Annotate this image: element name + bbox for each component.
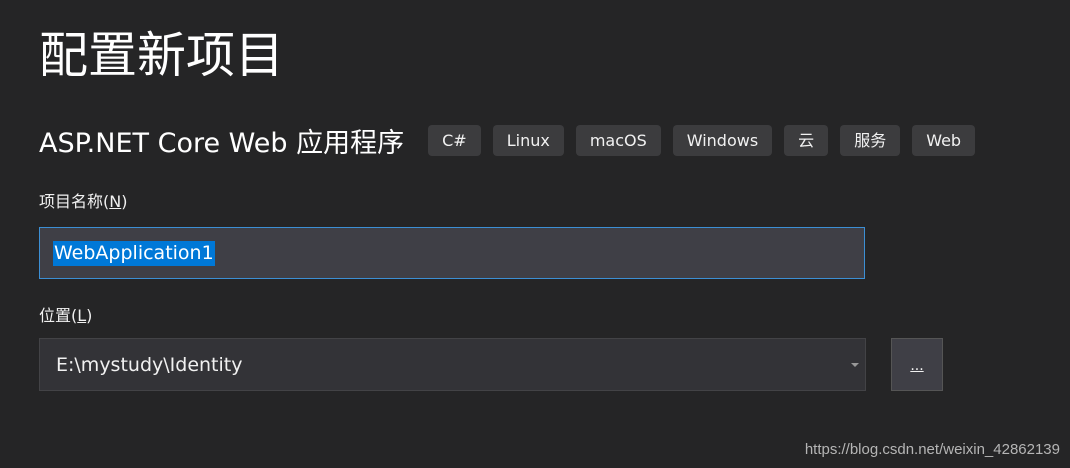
page-title: 配置新项目	[39, 27, 285, 84]
template-name: ASP.NET Core Web 应用程序	[39, 127, 405, 159]
tag-service: 服务	[840, 124, 901, 156]
location-mnemonic: L	[77, 306, 87, 325]
project-name-label-text: 项目名称(	[39, 192, 110, 211]
project-name-input[interactable]: WebApplication1	[39, 227, 865, 279]
chevron-down-icon[interactable]	[850, 362, 860, 368]
location-value: E:\mystudy\Identity	[56, 353, 243, 376]
browse-button-label: ...	[910, 357, 924, 374]
browse-button[interactable]: ...	[891, 338, 943, 391]
project-name-label: 项目名称(N)	[39, 188, 127, 212]
tag-cloud: 云	[784, 124, 829, 156]
location-combobox[interactable]: E:\mystudy\Identity	[39, 338, 866, 391]
location-label-text: 位置(	[39, 306, 78, 325]
tag-linux: Linux	[492, 124, 564, 156]
project-name-label-suffix: )	[121, 192, 128, 211]
tag-web: Web	[912, 124, 976, 156]
location-label: 位置(L)	[39, 302, 92, 326]
project-name-value: WebApplication1	[53, 240, 215, 266]
location-label-suffix: )	[86, 306, 93, 325]
tag-macos: macOS	[575, 124, 661, 156]
watermark: https://blog.csdn.net/weixin_42862139	[804, 441, 1060, 458]
tag-csharp: C#	[428, 124, 481, 156]
project-name-mnemonic: N	[109, 192, 122, 211]
template-info: ASP.NET Core Web 应用程序 C# Linux macOS Win…	[39, 120, 987, 160]
tag-windows: Windows	[672, 124, 773, 156]
